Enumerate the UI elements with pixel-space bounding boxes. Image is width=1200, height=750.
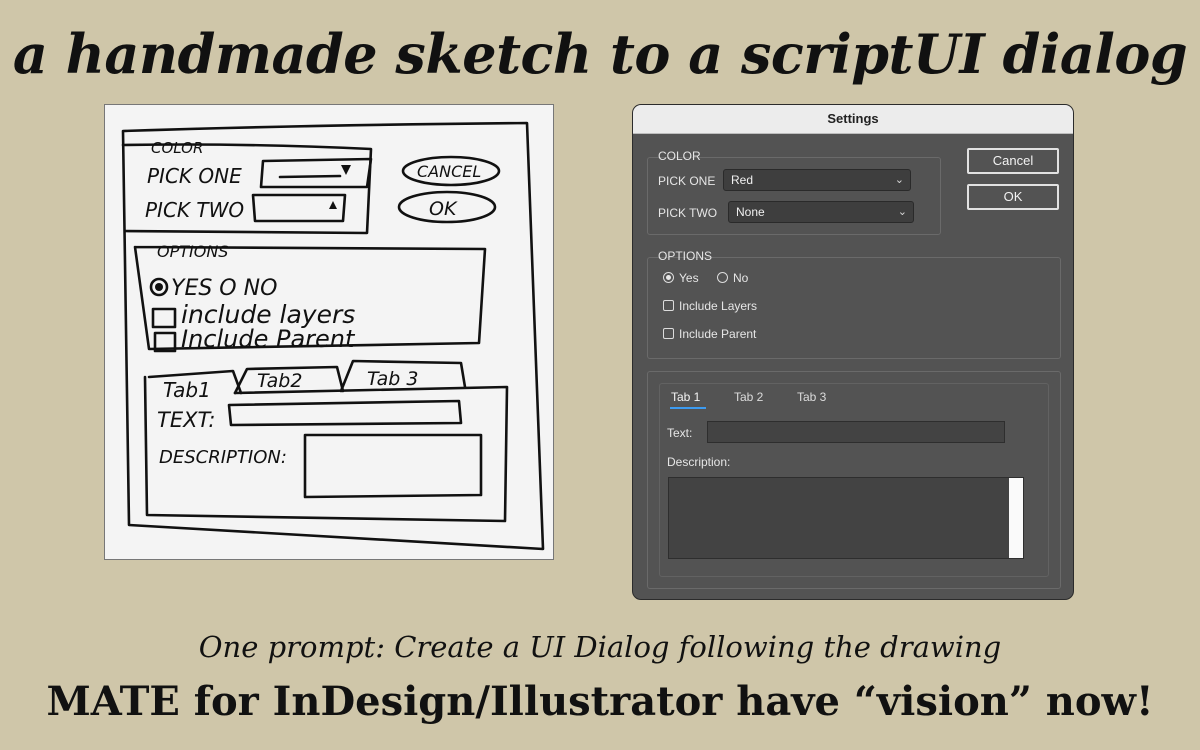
- ok-button[interactable]: OK: [967, 184, 1059, 210]
- text-field-label: Text:: [667, 426, 693, 440]
- sketch-text-label: TEXT:: [157, 408, 215, 432]
- caption-title: MATE for InDesign/Illustrator have “visi…: [46, 678, 1154, 725]
- color-panel-title: COLOR: [658, 149, 701, 163]
- settings-dialog: Settings COLOR PICK ONE Red ⌄ PICK TWO N…: [632, 104, 1074, 600]
- tab-3[interactable]: Tab 3: [797, 390, 826, 404]
- sketch-cancel-label: CANCEL: [417, 162, 481, 181]
- include-layers-label: Include Layers: [679, 299, 758, 313]
- hand-sketch-image: COLOR PICK ONE PICK TWO CANCEL OK OPTION…: [104, 104, 554, 560]
- sketch-yes-no-label: YES O NO: [171, 276, 277, 301]
- pick-one-value: Red: [731, 173, 754, 187]
- description-field-label: Description:: [667, 455, 731, 469]
- tab-2[interactable]: Tab 2: [734, 390, 763, 404]
- tab-1[interactable]: Tab 1: [671, 390, 700, 404]
- sketch-tab3-label: Tab 3: [367, 368, 418, 390]
- text-input[interactable]: [707, 421, 1005, 443]
- sketch-pick-one-label: PICK ONE: [147, 164, 242, 188]
- sketch-tab2-label: Tab2: [257, 370, 302, 392]
- yes-radio[interactable]: [663, 272, 674, 283]
- sketch-options-label: OPTIONS: [157, 242, 228, 261]
- include-layers-checkbox[interactable]: [663, 300, 674, 311]
- sketch-pick-two-label: PICK TWO: [145, 198, 244, 222]
- pick-two-dropdown[interactable]: None ⌄: [728, 201, 914, 223]
- sketch-color-label: COLOR: [151, 139, 203, 157]
- caption-subtitle: One prompt: Create a UI Dialog following…: [198, 630, 1002, 664]
- description-scrollbar[interactable]: [1009, 478, 1023, 558]
- no-radio-label: No: [733, 271, 749, 285]
- sketch-drawing: COLOR PICK ONE PICK TWO CANCEL OK OPTION…: [121, 121, 545, 551]
- pick-one-label: PICK ONE: [658, 174, 716, 188]
- include-parent-label: Include Parent: [679, 327, 757, 341]
- sketch-include-parent-label: Include Parent: [181, 325, 356, 353]
- yes-radio-label: Yes: [679, 271, 699, 285]
- description-textarea[interactable]: [668, 477, 1024, 559]
- chevron-down-icon: ⌄: [894, 174, 904, 186]
- pick-one-dropdown[interactable]: Red ⌄: [723, 169, 911, 191]
- options-panel-title: OPTIONS: [658, 249, 713, 263]
- include-parent-checkbox[interactable]: [663, 328, 674, 339]
- no-radio[interactable]: [717, 272, 728, 283]
- sketch-tab1-label: Tab1: [163, 378, 211, 402]
- sketch-ok-label: OK: [429, 198, 458, 220]
- cancel-button[interactable]: Cancel: [967, 148, 1059, 174]
- dialog-title: Settings: [633, 105, 1073, 134]
- pick-two-label: PICK TWO: [658, 206, 718, 220]
- chevron-down-icon: ⌄: [897, 206, 907, 218]
- headline: a handmade sketch to a scriptUI dialog: [12, 22, 1188, 86]
- sketch-description-label: DESCRIPTION:: [159, 447, 287, 468]
- pick-two-value: None: [736, 205, 765, 219]
- active-tab-indicator: [670, 407, 706, 409]
